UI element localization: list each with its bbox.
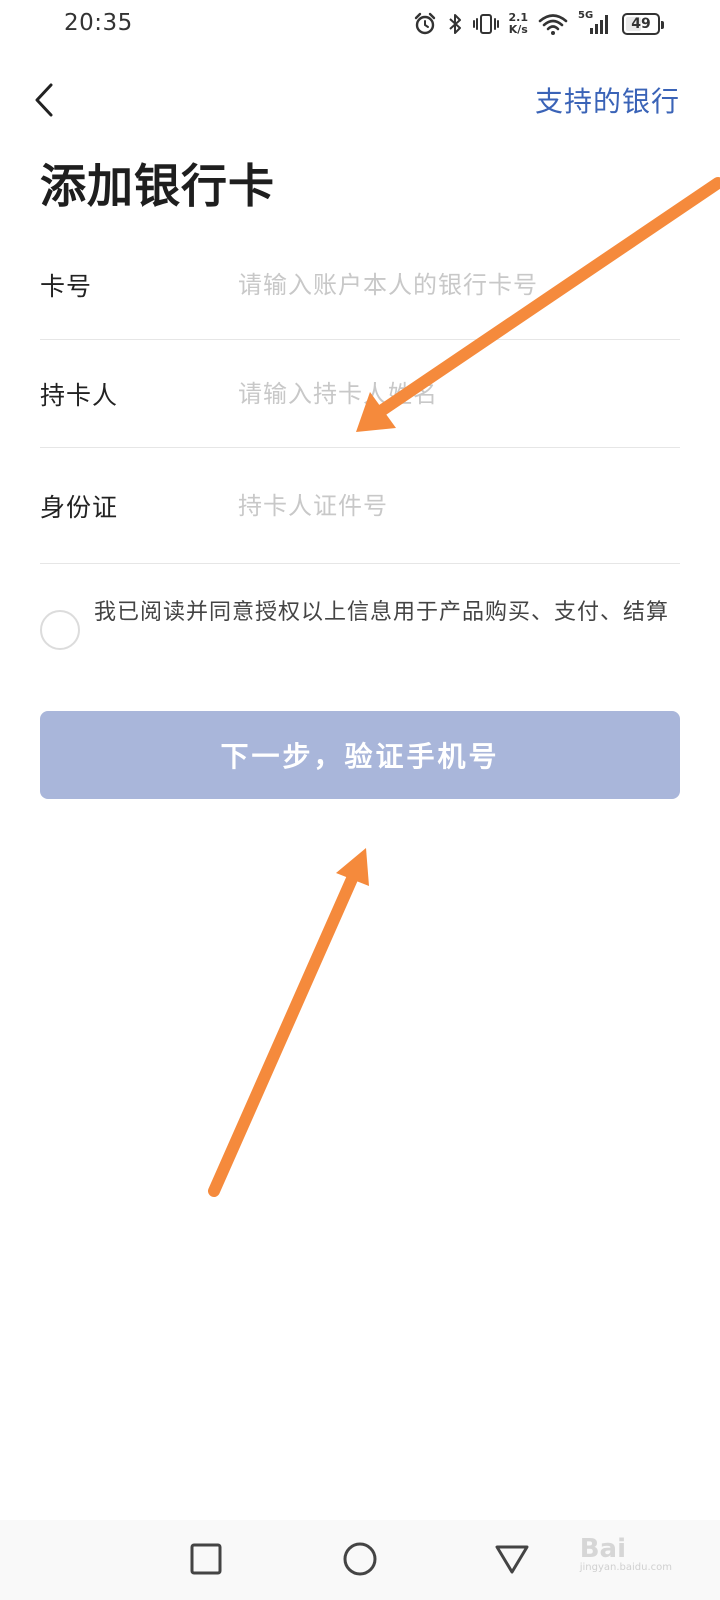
back-button[interactable] — [26, 78, 62, 122]
alarm-icon — [413, 12, 437, 36]
watermark-brand: Bai — [579, 1534, 626, 1564]
battery-level: 49 — [631, 16, 651, 32]
screen: 20:35 2.1 K/s 5G 49 支持的银行 添加银行卡 卡号 请输入账户… — [0, 0, 720, 1600]
card-holder-label: 持卡人 — [40, 380, 119, 410]
id-card-row: 身份证 — [40, 448, 680, 564]
card-number-input[interactable] — [238, 259, 680, 310]
net-speed-unit: K/s — [508, 23, 528, 36]
card-holder-input[interactable] — [238, 368, 680, 419]
home-circle-icon[interactable] — [337, 1536, 383, 1582]
next-verify-phone-button[interactable]: 下一步，验证手机号 — [40, 711, 680, 799]
bluetooth-icon — [447, 12, 463, 36]
status-icons: 2.1 K/s 5G 49 — [413, 10, 664, 38]
signal-icon: 5G — [578, 10, 612, 36]
arrow-to-next-button — [208, 848, 369, 1197]
recents-square-icon[interactable] — [183, 1536, 229, 1582]
page-title: 添加银行卡 — [40, 159, 275, 213]
wifi-icon — [538, 12, 568, 36]
id-card-input[interactable] — [238, 480, 680, 531]
battery-icon: 49 — [622, 13, 664, 35]
card-number-row: 卡号 — [40, 230, 680, 340]
bank-card-form: 卡号 持卡人 身份证 — [40, 230, 680, 564]
back-triangle-icon[interactable] — [489, 1536, 535, 1582]
card-number-label: 卡号 — [40, 271, 93, 301]
network-type: 5G — [578, 10, 594, 21]
status-bar: 20:35 2.1 K/s 5G 49 — [0, 0, 720, 48]
vibrate-icon — [472, 12, 499, 36]
watermark-subtitle: jingyan.baidu.com — [579, 1562, 672, 1573]
net-speed: 2.1 K/s — [509, 12, 529, 36]
chevron-left-icon — [35, 83, 53, 117]
agreement-checkbox[interactable] — [40, 610, 80, 650]
id-card-label: 身份证 — [40, 492, 119, 522]
supported-banks-link[interactable]: 支持的银行 — [535, 80, 680, 120]
baidu-watermark: Bai jingyan.baidu.com — [580, 1534, 672, 1573]
card-holder-row: 持卡人 — [40, 340, 680, 448]
status-time: 20:35 — [64, 10, 133, 36]
agreement-text: 我已阅读并同意授权以上信息用于产品购买、支付、结算 — [94, 600, 670, 625]
agreement-row: 我已阅读并同意授权以上信息用于产品购买、支付、结算 — [40, 598, 680, 650]
system-nav-bar: Bai jingyan.baidu.com — [0, 1520, 720, 1600]
